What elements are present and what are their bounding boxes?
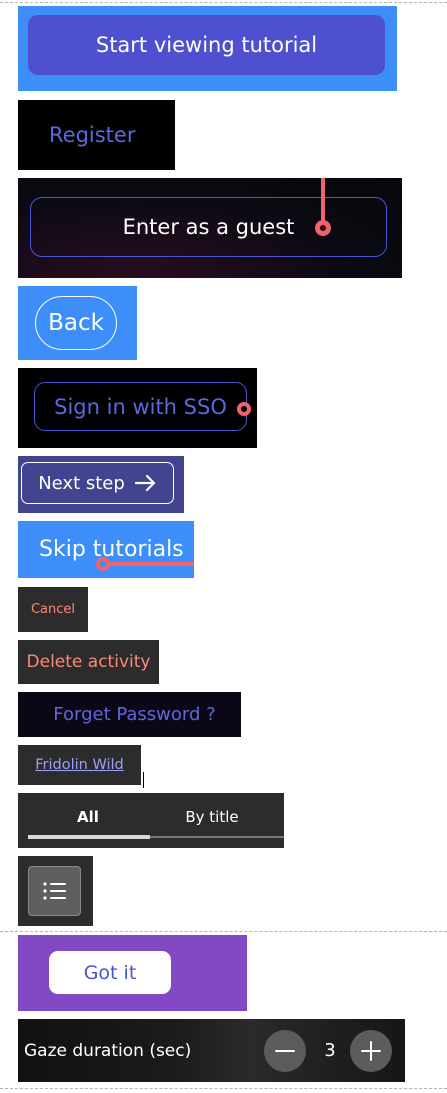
delete-activity-button[interactable]: Delete activity (18, 640, 159, 684)
sign-in-sso-label: Sign in with SSO (54, 394, 227, 419)
gaze-duration-value: 3 (324, 1040, 336, 1061)
filter-tabs: All By title (18, 793, 284, 848)
cancel-button[interactable]: Cancel (18, 587, 88, 632)
tab-by-title-label: By title (185, 807, 239, 826)
text-cursor (143, 772, 144, 788)
minus-icon (274, 1040, 296, 1062)
back-panel: Back (18, 286, 137, 360)
guest-panel: Enter as a guest (18, 178, 402, 278)
back-button[interactable]: Back (35, 296, 117, 350)
start-tutorial-panel: Start viewing tutorial (18, 6, 397, 91)
annotation-dot (315, 220, 331, 236)
sso-panel: Sign in with SSO (18, 368, 257, 448)
annotation-dot (96, 557, 110, 571)
got-it-button[interactable]: Got it (49, 951, 171, 994)
tab-by-title[interactable]: By title (151, 793, 273, 840)
list-icon (42, 880, 68, 902)
got-it-panel: Got it (18, 935, 247, 1011)
cancel-label: Cancel (30, 602, 76, 617)
decrement-button[interactable] (264, 1030, 306, 1072)
forget-password-label: Forget Password ? (53, 704, 216, 725)
back-label: Back (48, 310, 104, 336)
gaze-duration-control: Gaze duration (sec) 3 (18, 1019, 405, 1082)
tab-all[interactable]: All (28, 793, 148, 840)
tab-indicator (28, 835, 150, 839)
skip-tutorials-button[interactable]: Skip tutorials (18, 521, 194, 578)
annotation-dot (237, 402, 251, 416)
gaze-duration-label: Gaze duration (sec) (24, 1040, 192, 1061)
delete-activity-label: Delete activity (26, 652, 151, 672)
enter-as-guest-label: Enter as a guest (122, 215, 295, 239)
arrow-right-icon (134, 475, 157, 491)
skip-tutorials-label: Skip tutorials (39, 537, 184, 562)
next-step-panel: Next step (18, 456, 184, 513)
register-button[interactable]: Register (18, 100, 175, 170)
next-step-button[interactable]: Next step (21, 462, 174, 504)
sign-in-sso-button[interactable]: Sign in with SSO (34, 382, 247, 431)
annotation-line (106, 562, 194, 566)
forget-password-link[interactable]: Forget Password ? (18, 692, 241, 737)
list-toggle-panel (18, 856, 93, 926)
next-step-label: Next step (38, 472, 125, 494)
user-name-label: Fridolin Wild (35, 757, 124, 773)
enter-as-guest-button[interactable]: Enter as a guest (30, 197, 387, 257)
user-name-link[interactable]: Fridolin Wild (18, 745, 141, 785)
got-it-label: Got it (83, 961, 137, 984)
plus-icon (360, 1040, 382, 1062)
tab-all-label: All (77, 807, 99, 826)
list-toggle-button[interactable] (28, 866, 81, 916)
register-label: Register (49, 123, 136, 147)
annotation-line (321, 178, 325, 224)
start-tutorial-button[interactable]: Start viewing tutorial (28, 15, 385, 75)
increment-button[interactable] (350, 1030, 392, 1072)
start-tutorial-label: Start viewing tutorial (95, 33, 318, 57)
